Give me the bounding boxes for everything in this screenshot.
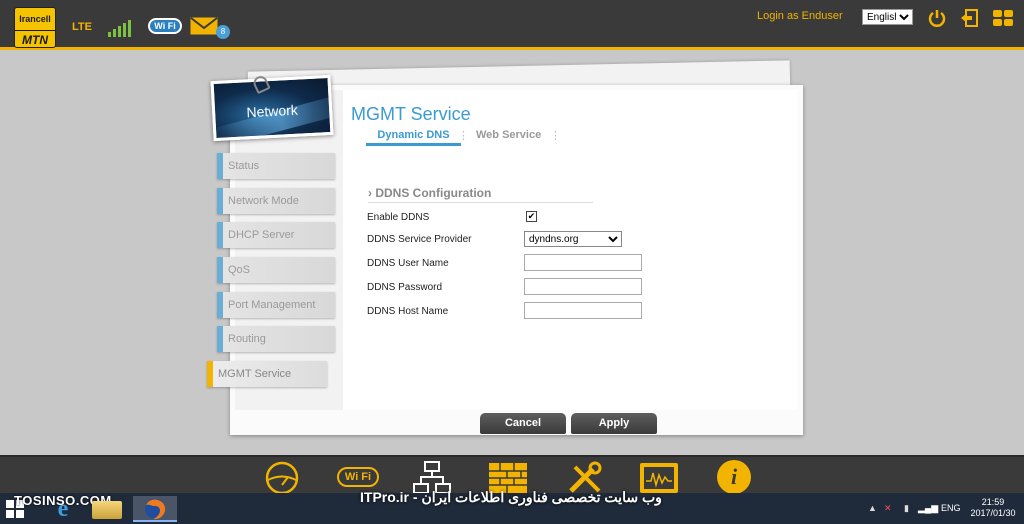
sidebar-item-status[interactable]: Status xyxy=(217,153,335,179)
irancell-logo: Irancell MTN xyxy=(14,7,56,48)
signal-strength-icon xyxy=(108,19,131,37)
sidebar-item-dhcp-server[interactable]: DHCP Server xyxy=(217,222,335,248)
tray-expand-icon[interactable]: ▲ xyxy=(868,503,877,513)
login-link[interactable]: Login as Enduser xyxy=(757,10,843,22)
sidebar-item-mgmt-service[interactable]: MGMT Service xyxy=(207,361,327,387)
firefox-icon xyxy=(145,499,166,520)
sidebar-item-network-mode[interactable]: Network Mode xyxy=(217,188,335,214)
watermark-center: ITPro.ir - وب سایت تخصصی فناوری اطلاعات … xyxy=(360,489,662,505)
tray-date: 2017/01/30 xyxy=(970,508,1016,518)
password-label: DDNS Password xyxy=(367,282,443,293)
hostname-input[interactable] xyxy=(524,302,642,319)
tab-separator: ⋮ xyxy=(550,130,561,142)
tray-time: 21:59 xyxy=(981,497,1005,507)
logout-icon[interactable] xyxy=(960,9,978,27)
internet-explorer-icon[interactable]: e xyxy=(48,496,78,522)
network-status-icon[interactable]: ✕ xyxy=(884,503,892,514)
service-provider-select[interactable]: dyndns.org xyxy=(524,231,622,247)
username-input[interactable] xyxy=(524,254,642,271)
sidebar-item-qos[interactable]: QoS xyxy=(217,257,335,283)
network-section-card: Network xyxy=(210,74,334,142)
chevron-right-icon: › xyxy=(368,186,372,200)
tab-dynamic-dns[interactable]: Dynamic DNS xyxy=(366,129,461,146)
apply-button[interactable]: Apply xyxy=(571,413,657,434)
language-select[interactable]: English xyxy=(862,9,913,25)
firefox-taskbar-button[interactable] xyxy=(133,496,177,522)
file-explorer-icon[interactable] xyxy=(92,501,122,519)
mail-count-badge: 8 xyxy=(216,25,230,39)
service-provider-label: DDNS Service Provider xyxy=(367,234,472,245)
windows-taskbar: TOSINSO.COM e ITPro.ir - وب سایت تخصصی ف… xyxy=(0,489,1024,524)
tray-language[interactable]: ENG xyxy=(941,503,961,513)
sidebar-item-routing[interactable]: Routing xyxy=(217,326,335,352)
wifi-icon[interactable]: Wi Fi xyxy=(337,467,379,487)
info-icon[interactable]: i xyxy=(717,460,751,494)
grid-menu-icon[interactable] xyxy=(992,9,1014,27)
enable-ddns-label: Enable DDNS xyxy=(367,212,430,223)
sidebar-item-port-management[interactable]: Port Management xyxy=(217,292,335,318)
section-heading-text: DDNS Configuration xyxy=(375,186,492,200)
password-input[interactable] xyxy=(524,278,642,295)
logo-bottom-text: MTN xyxy=(15,30,55,47)
section-heading: › DDNS Configuration xyxy=(368,186,593,203)
wifi-status-icon[interactable]: Wi Fi xyxy=(148,18,182,34)
section-card-title: Network xyxy=(246,101,299,121)
page-title: MGMT Service xyxy=(351,104,471,124)
tab-separator: ⋮ xyxy=(458,130,469,142)
dashboard-icon[interactable] xyxy=(262,461,302,495)
power-icon[interactable] xyxy=(928,9,946,27)
network-type-label: LTE xyxy=(72,21,92,33)
tray-signal-icon[interactable]: ▂▄▆ xyxy=(918,503,938,514)
username-label: DDNS User Name xyxy=(367,258,449,269)
enable-ddns-checkbox[interactable]: ✔ xyxy=(526,211,537,222)
hostname-label: DDNS Host Name xyxy=(367,306,449,317)
router-admin-page: Irancell MTN LTE Wi Fi 8 Login as Enduse… xyxy=(0,0,1024,524)
tray-clock[interactable]: 21:59 2017/01/30 xyxy=(966,497,1020,519)
logo-top-text: Irancell xyxy=(19,14,51,24)
top-bar: Irancell MTN LTE Wi Fi 8 Login as Enduse… xyxy=(0,0,1024,50)
tab-web-service[interactable]: Web Service xyxy=(476,129,541,141)
battery-icon[interactable]: ▮ xyxy=(904,503,909,514)
cancel-button[interactable]: Cancel xyxy=(480,413,566,434)
